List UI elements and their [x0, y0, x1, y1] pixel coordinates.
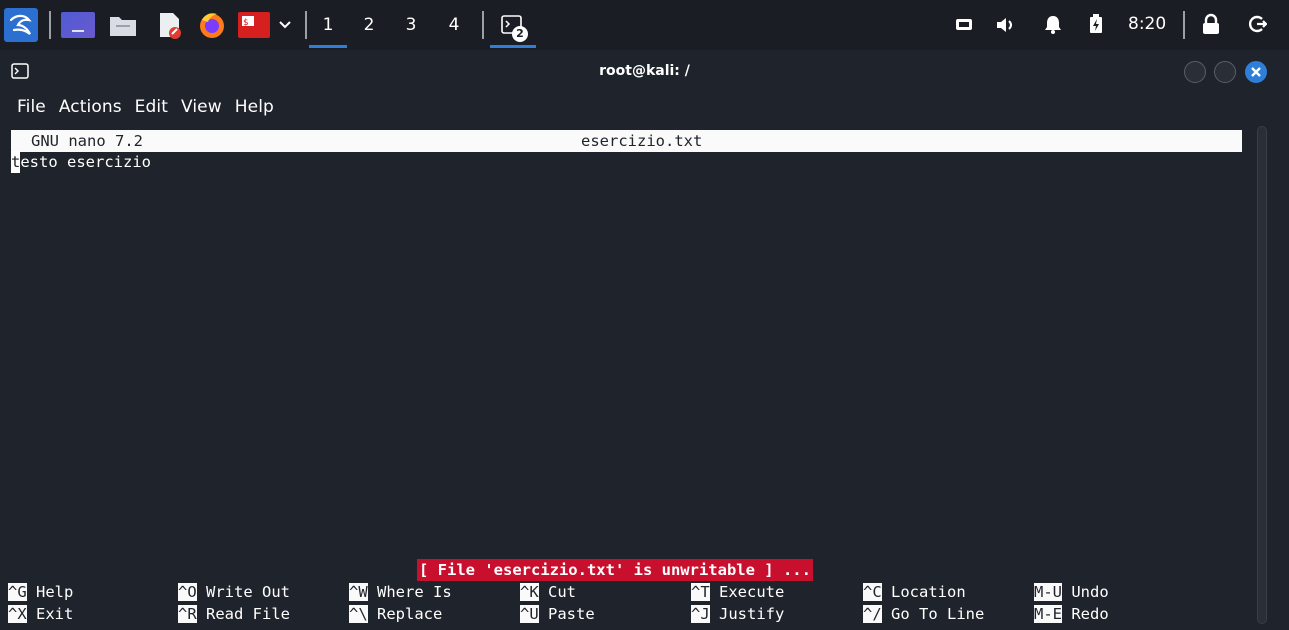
panel-separator	[482, 11, 484, 39]
terminal-area[interactable]: GNU nano 7.2 esercizio.txt testo eserciz…	[8, 126, 1253, 626]
notification-bell-icon[interactable]	[1042, 13, 1064, 35]
shortcut-write-out[interactable]: ^O Write Out	[178, 581, 290, 603]
shortcut-label: Write Out	[196, 583, 290, 601]
shortcut-key: ^X	[8, 605, 27, 623]
editor-text: esto esercizio	[20, 153, 151, 171]
close-icon	[1251, 67, 1261, 77]
nano-version: GNU nano 7.2	[31, 132, 143, 150]
nano-filename: esercizio.txt	[581, 132, 703, 150]
logout-icon[interactable]	[1247, 13, 1269, 35]
show-desktop-icon[interactable]	[61, 12, 95, 38]
shortcut-key: ^O	[178, 583, 197, 601]
workspace-2-button[interactable]: 2	[356, 12, 382, 40]
chevron-down-icon[interactable]	[274, 14, 296, 36]
top-panel: $_ 1 2 3 4 2 8:20	[0, 0, 1289, 50]
shortcut-key: ^K	[520, 583, 539, 601]
shortcut-go-to-line[interactable]: ^/ Go To Line	[863, 603, 984, 625]
shortcut-help[interactable]: ^G Help	[8, 581, 73, 603]
window-titlebar[interactable]: root@kali: /	[0, 52, 1289, 90]
menu-view[interactable]: View	[181, 97, 222, 117]
close-button[interactable]	[1245, 61, 1267, 83]
shortcut-exit[interactable]: ^X Exit	[8, 603, 73, 625]
shortcut-key: ^J	[691, 605, 710, 623]
display-icon[interactable]	[953, 15, 975, 35]
panel-separator	[1183, 11, 1185, 39]
panel-separator	[305, 11, 307, 39]
shortcut-key: ^R	[178, 605, 197, 623]
shortcut-label: Exit	[26, 605, 74, 623]
shortcut-undo[interactable]: M-U Undo	[1034, 581, 1109, 603]
shortcut-read-file[interactable]: ^R Read File	[178, 603, 290, 625]
svg-text:$_: $_	[243, 18, 254, 28]
shortcut-label: Read File	[196, 605, 290, 623]
lock-icon[interactable]	[1200, 12, 1222, 36]
shortcut-key: ^/	[863, 605, 882, 623]
shortcut-paste[interactable]: ^U Paste	[520, 603, 595, 625]
shortcut-cut[interactable]: ^K Cut	[520, 581, 576, 603]
battery-icon[interactable]	[1086, 13, 1106, 35]
firefox-icon[interactable]	[197, 10, 227, 40]
shortcut-label: Execute	[709, 583, 785, 601]
shortcut-where-is[interactable]: ^W Where Is	[349, 581, 452, 603]
shortcut-label: Cut	[538, 583, 576, 601]
shortcut-key: ^U	[520, 605, 539, 623]
text-cursor: t	[11, 151, 21, 173]
kali-menu-icon[interactable]	[4, 8, 38, 42]
shortcut-bar-row-1: ^G Help ^O Write Out ^W Where Is ^K Cut ^T E…	[8, 581, 1253, 603]
shortcut-label: Help	[26, 583, 74, 601]
menu-actions[interactable]: Actions	[59, 97, 122, 117]
vertical-scrollbar[interactable]	[1257, 126, 1267, 624]
shortcut-label: Replace	[367, 605, 443, 623]
shortcut-redo[interactable]: M-E Redo	[1034, 603, 1109, 625]
shortcut-key: ^C	[863, 583, 882, 601]
shortcut-label: Go To Line	[881, 605, 985, 623]
shortcut-label: Paste	[538, 605, 595, 623]
shortcut-replace[interactable]: ^\ Replace	[349, 603, 442, 625]
shortcut-key: ^T	[691, 583, 710, 601]
editor-text-line[interactable]: testo esercizio	[11, 151, 151, 173]
minimize-button[interactable]	[1184, 61, 1206, 83]
maximize-button[interactable]	[1214, 61, 1236, 83]
shortcut-label: Redo	[1062, 605, 1109, 623]
menu-edit[interactable]: Edit	[135, 97, 168, 117]
shortcut-execute[interactable]: ^T Execute	[691, 581, 784, 603]
shortcut-key: M-U	[1034, 583, 1062, 601]
workspace-1-button[interactable]: 1	[309, 12, 347, 48]
taskbar-terminal-button[interactable]: 2	[490, 10, 536, 48]
shortcut-key: ^\	[349, 605, 368, 623]
workspace-4-button[interactable]: 4	[441, 12, 467, 40]
shortcut-key: M-E	[1034, 605, 1062, 623]
volume-icon[interactable]	[994, 14, 1018, 36]
shortcut-label: Where Is	[367, 583, 452, 601]
shortcut-justify[interactable]: ^J Justify	[691, 603, 784, 625]
shortcut-label: Location	[881, 583, 966, 601]
shortcut-key: ^G	[8, 583, 27, 601]
menu-help[interactable]: Help	[235, 97, 274, 117]
workspace-3-button[interactable]: 3	[398, 12, 424, 40]
menu-bar: File Actions Edit View Help	[0, 90, 1289, 124]
shortcut-label: Justify	[709, 605, 785, 623]
folder-icon[interactable]	[108, 12, 138, 38]
status-message: [ File 'esercizio.txt' is unwritable ] .…	[417, 559, 813, 581]
shortcut-key: ^W	[349, 583, 368, 601]
text-editor-icon[interactable]	[154, 10, 184, 40]
menu-file[interactable]: File	[17, 97, 46, 117]
nano-title-bar: GNU nano 7.2 esercizio.txt	[11, 130, 1242, 152]
shortcut-bar-row-2: ^X Exit ^R Read File ^\ Replace ^U Paste ^J …	[8, 603, 1253, 625]
clock[interactable]: 8:20	[1128, 14, 1166, 34]
panel-separator	[49, 11, 51, 39]
window-count-badge: 2	[512, 26, 528, 42]
shortcut-location[interactable]: ^C Location	[863, 581, 966, 603]
terminal-emulator-icon[interactable]: $_	[238, 12, 270, 38]
shortcut-label: Undo	[1062, 583, 1109, 601]
window-title: root@kali: /	[599, 63, 690, 79]
